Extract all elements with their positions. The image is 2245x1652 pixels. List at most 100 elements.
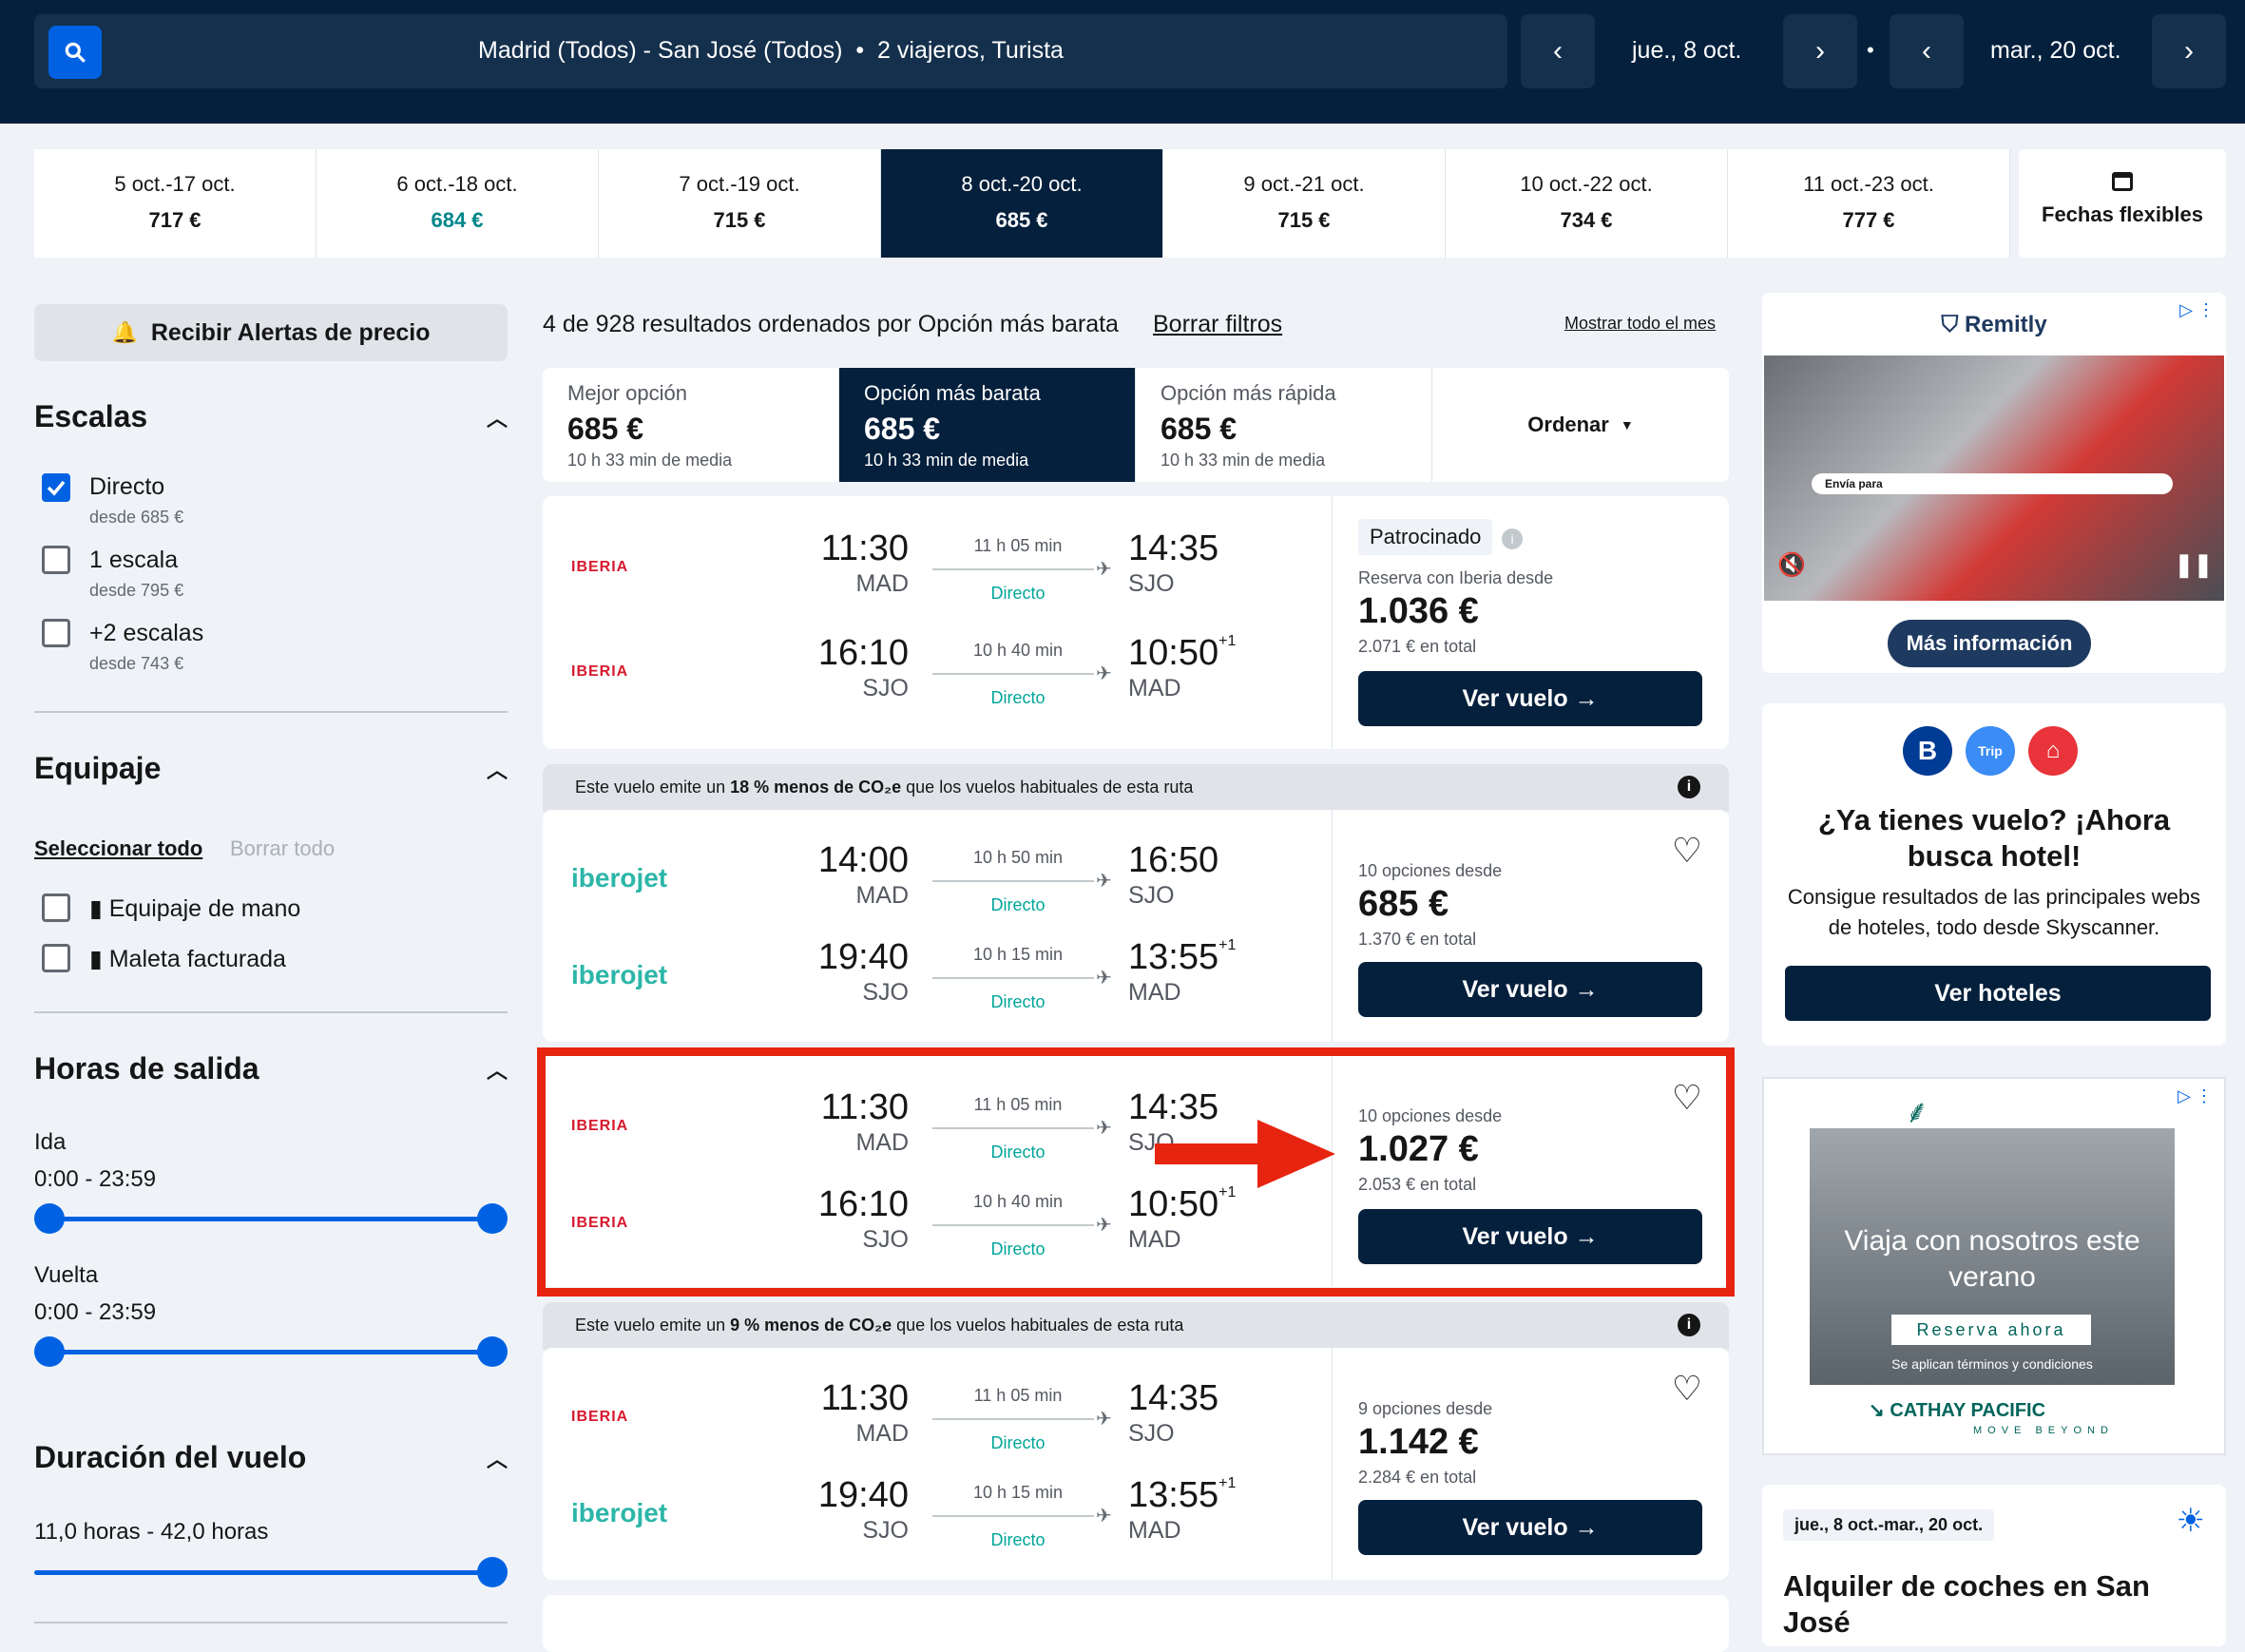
plane-icon: ✈ <box>1096 968 1112 989</box>
heart-icon[interactable]: ♡ <box>1672 1369 1702 1409</box>
stops-section-header[interactable]: Escalas ︿ <box>34 399 508 434</box>
divider <box>34 711 508 713</box>
view-flight-button[interactable]: Ver vuelo → <box>1358 962 1702 1017</box>
carry-on-label: ▮ Equipaje de mano <box>89 895 301 922</box>
caret-down-icon: ▼ <box>1620 417 1634 432</box>
sponsored-badge: Patrocinado <box>1358 519 1493 555</box>
date-option-selected[interactable]: 8 oct.-20 oct. 685 € <box>881 149 1163 258</box>
arrival-time: 14:35 <box>1128 528 1219 568</box>
route-line <box>932 977 1094 979</box>
tab-best[interactable]: Mejor opción 685 €10 h 33 min de media <box>543 368 839 482</box>
remitly-ad[interactable]: ▷ ⋮ ⛉ Remitly Envía para 🔇 ❚❚ Más inform… <box>1762 293 2226 673</box>
plane-icon: ✈ <box>1096 663 1112 684</box>
hotel-promo-title: ¿Ya tienes vuelo? ¡Ahora busca hotel! <box>1817 803 2171 873</box>
flight-card[interactable]: IBERIA 11:30 MAD 11 h 05 min ✈ Directo 1… <box>543 1348 1729 1580</box>
partner-logos: B Trip ⌂ <box>1903 726 2078 776</box>
mute-icon[interactable]: 🔇 <box>1777 551 1806 579</box>
checked-bag-checkbox[interactable] <box>42 944 70 972</box>
duration-slider[interactable] <box>34 1557 508 1587</box>
stops-two-plus-checkbox[interactable] <box>42 619 70 647</box>
cathay-ad[interactable]: ▷ ⋮ ⸙ Viaja con nosotros este verano Res… <box>1762 1077 2226 1455</box>
sort-dropdown[interactable]: Ordenar ▼ <box>1432 368 1729 482</box>
chevron-left-icon: ‹ <box>1553 35 1563 67</box>
date-option[interactable]: 10 oct.-22 oct. 734 € <box>1446 149 1728 258</box>
search-summary[interactable]: Madrid (Todos) - San José (Todos) • 2 vi… <box>34 14 1507 88</box>
view-flight-button[interactable]: Ver vuelo → <box>1358 671 1702 726</box>
info-icon[interactable]: i <box>1678 776 1700 798</box>
suitcase-icon: ▮ <box>89 946 103 972</box>
ad-choices-icon[interactable]: ▷ ⋮ <box>2178 1086 2213 1106</box>
chevron-left-icon: ‹ <box>1922 35 1931 67</box>
cathay-tagline: MOVE BEYOND <box>1973 1425 2114 1436</box>
view-flight-button[interactable]: Ver vuelo → <box>1358 1500 1702 1555</box>
stops-one-checkbox[interactable] <box>42 546 70 574</box>
co2-note: Este vuelo emite un 9 % menos de CO₂e qu… <box>543 1302 1729 1350</box>
flight-leg: IBERIA 16:10 SJO 10 h 40 min ✈ Directo 1… <box>571 633 1237 707</box>
search-query: Madrid (Todos) - San José (Todos) • 2 vi… <box>478 37 1064 64</box>
show-month-link[interactable]: Mostrar todo el mes <box>1564 314 1716 334</box>
tab-fastest[interactable]: Opción más rápida 685 €10 h 33 min de med… <box>1136 368 1432 482</box>
next-return-date-button[interactable]: › <box>2152 14 2226 88</box>
flexible-dates-button[interactable]: Fechas flexibles <box>2019 149 2226 258</box>
chevron-up-icon: ︿ <box>486 758 508 782</box>
return-time-slider[interactable] <box>34 1336 508 1367</box>
date-option[interactable]: 11 oct.-23 oct. 777 € <box>1728 149 2010 258</box>
date-option[interactable]: 9 oct.-21 oct. 715 € <box>1163 149 1446 258</box>
flight-card[interactable] <box>543 1595 1729 1652</box>
slider-handle[interactable] <box>477 1557 508 1587</box>
heart-icon[interactable]: ♡ <box>1672 831 1702 871</box>
duration-section-header[interactable]: Duración del vuelo ︿ <box>34 1440 508 1475</box>
more-info-button[interactable]: Más información <box>1888 620 2091 667</box>
cathay-wing-icon: ⸙ <box>1905 1094 1929 1130</box>
divider <box>34 1622 508 1623</box>
chevron-right-icon: › <box>1815 35 1825 67</box>
view-hotels-button[interactable]: Ver hoteles <box>1785 966 2211 1021</box>
ad-headline: Viaja con nosotros este verano <box>1844 1225 2140 1293</box>
flight-card[interactable]: IBERIA 11:30 MAD 11 h 05 min ✈ Directo 1… <box>543 496 1729 749</box>
prev-return-date-button[interactable]: ‹ <box>1890 14 1964 88</box>
slider-handle[interactable] <box>34 1203 65 1234</box>
date-option[interactable]: 6 oct.-18 oct. 684 € <box>317 149 599 258</box>
chevron-up-icon: ︿ <box>486 1058 508 1083</box>
chevron-up-icon: ︿ <box>486 406 508 431</box>
stops-direct-checkbox[interactable] <box>42 473 70 502</box>
route-line <box>932 673 1094 675</box>
clear-filters-link[interactable]: Borrar filtros <box>1153 311 1282 338</box>
select-all-link[interactable]: Seleccionar todo <box>34 836 202 861</box>
flight-card[interactable]: iberojet 14:00 MAD 10 h 50 min ✈ Directo… <box>543 810 1729 1042</box>
skyscanner-sun-icon: ☀ <box>2176 1503 2205 1539</box>
shield-icon: ⛉ <box>1941 312 1959 337</box>
plane-icon: ✈ <box>1096 1506 1112 1527</box>
next-depart-date-button[interactable]: › <box>1783 14 1857 88</box>
price-alert-button[interactable]: 🔔 Recibir Alertas de precio <box>34 304 508 361</box>
flight-leg: IBERIA 11:30 MAD 11 h 05 min ✈ Directo 1… <box>571 528 1219 603</box>
slider-handle[interactable] <box>477 1336 508 1367</box>
book-now-button[interactable]: Reserva ahora <box>1891 1315 2091 1345</box>
slider-handle[interactable] <box>34 1336 65 1367</box>
departure-times-header[interactable]: Horas de salida ︿ <box>34 1051 508 1086</box>
return-date[interactable]: mar., 20 oct. <box>1990 37 2121 65</box>
date-option[interactable]: 7 oct.-19 oct. 715 € <box>599 149 881 258</box>
slider-handle[interactable] <box>477 1203 508 1234</box>
annotation-arrow-icon <box>1155 1120 1335 1188</box>
hotel-promo: B Trip ⌂ ¿Ya tienes vuelo? ¡Ahora busca … <box>1762 703 2226 1046</box>
date-option[interactable]: 5 oct.-17 oct. 717 € <box>34 149 317 258</box>
info-icon[interactable]: i <box>1502 528 1523 549</box>
hotels-logo-icon: ⌂ <box>2028 726 2078 776</box>
pause-icon[interactable]: ❚❚ <box>2175 551 2213 579</box>
outbound-time-slider[interactable] <box>34 1203 508 1234</box>
top-search-bar: Madrid (Todos) - San José (Todos) • 2 vi… <box>0 0 2245 124</box>
car-hire-title: Alquiler de coches en San José <box>1783 1569 2150 1639</box>
tab-cheapest[interactable]: Opción más barata 685 €10 h 33 min de med… <box>839 368 1136 482</box>
highlight-box <box>537 1047 1735 1297</box>
clear-all-link[interactable]: Borrar todo <box>230 836 335 861</box>
carry-on-checkbox[interactable] <box>42 893 70 922</box>
info-icon[interactable]: i <box>1678 1314 1700 1336</box>
baggage-section-header[interactable]: Equipaje ︿ <box>34 751 508 786</box>
trip-logo-icon: Trip <box>1966 726 2015 776</box>
prev-depart-date-button[interactable]: ‹ <box>1521 14 1595 88</box>
divider <box>34 1011 508 1013</box>
flight-leg: iberojet 19:40 SJO 10 h 15 min ✈ Directo… <box>571 937 1237 1011</box>
car-hire-promo[interactable]: jue., 8 oct.-mar., 20 oct. ☀ Alquiler de… <box>1762 1485 2226 1646</box>
depart-date[interactable]: jue., 8 oct. <box>1632 37 1741 65</box>
